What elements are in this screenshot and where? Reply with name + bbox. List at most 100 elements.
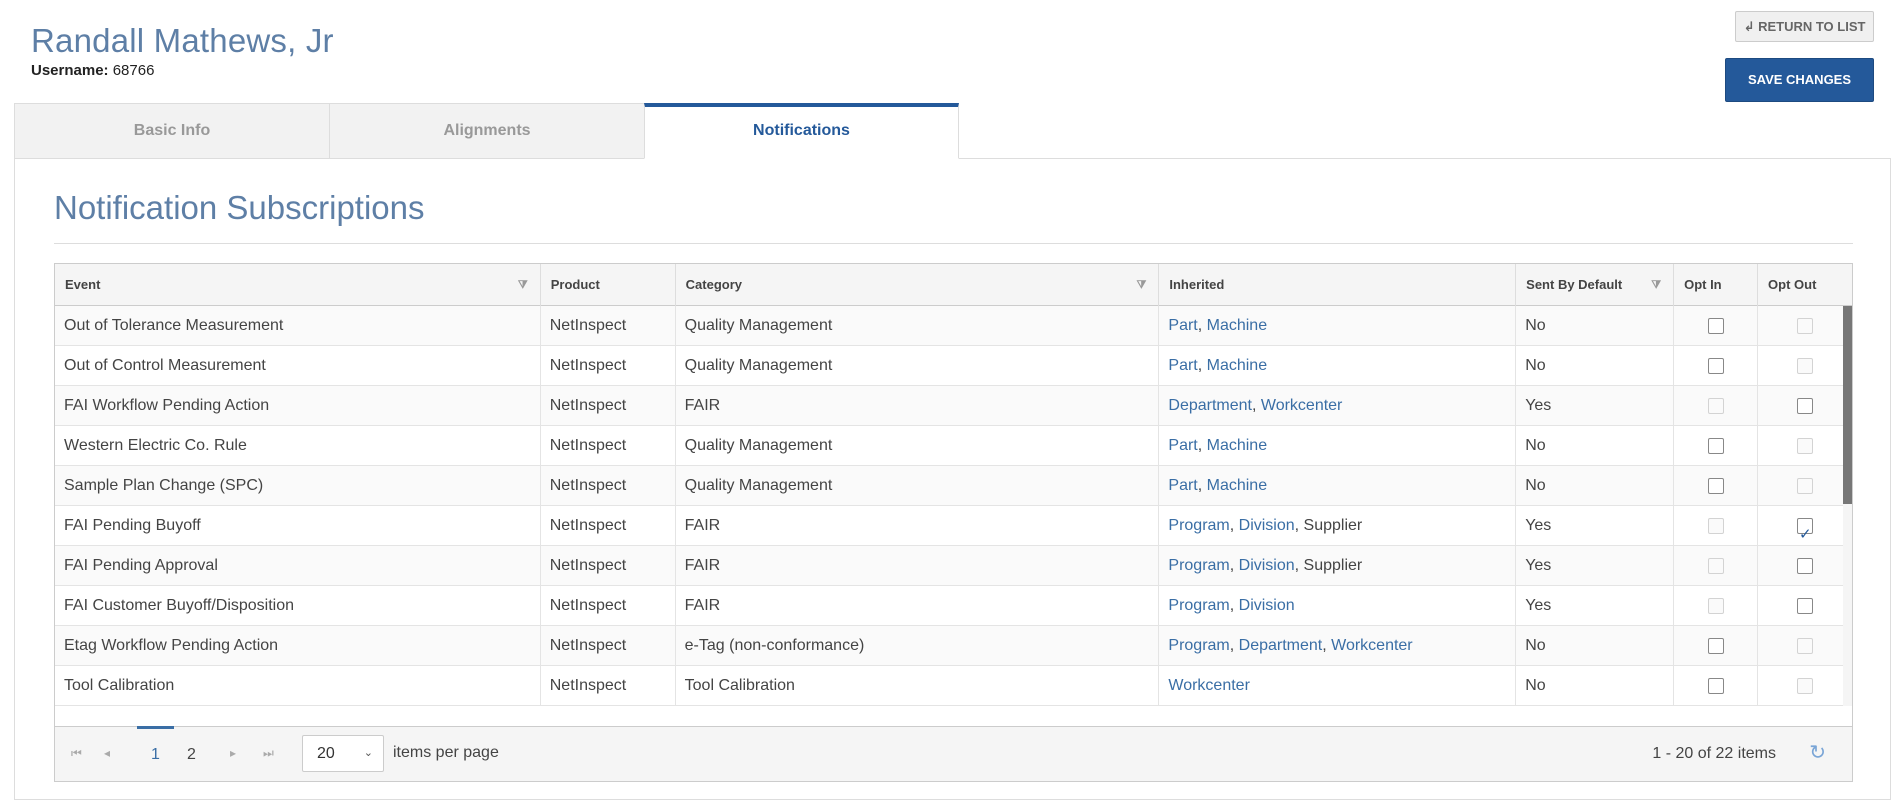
refresh-icon[interactable]: ↻ [1809,740,1826,765]
opt-in-checkbox[interactable] [1707,438,1724,454]
opt-out-checkbox[interactable] [1797,398,1814,414]
page-size-value: 20 [317,745,335,762]
cell-sent-by-default: No [1516,666,1675,706]
column-header-sent-by-default[interactable]: Sent By Default ⧩ [1516,264,1675,306]
opt-in-checkbox[interactable] [1707,318,1724,334]
column-header-opt-in[interactable]: Opt In [1674,264,1759,306]
inherited-link[interactable]: Division [1239,557,1295,574]
last-page-icon[interactable]: ⏭ [263,746,274,761]
first-page-icon[interactable]: ⏮ [71,746,82,761]
filter-icon[interactable]: ⧩ [518,264,528,306]
cell-sent-by-default: Yes [1516,586,1675,626]
tab-alignments[interactable]: Alignments [329,103,644,159]
column-header-event[interactable]: Event ⧩ [55,264,541,306]
column-header-label: Category [685,277,742,292]
cell-product: NetInspect [541,426,676,466]
opt-out-checkbox [1797,638,1814,654]
inherited-link[interactable]: Part [1168,477,1197,494]
scrollbar-thumb[interactable] [1843,306,1852,504]
next-page-icon[interactable]: ▸ [230,746,236,760]
page-1-button[interactable]: 1 [151,746,160,764]
opt-out-checkbox [1797,678,1814,694]
return-to-list-button[interactable]: ↲ RETURN TO LIST [1735,11,1874,42]
column-header-inherited[interactable]: Inherited [1159,264,1517,306]
cell-sent-by-default: Yes [1516,506,1675,546]
section-divider [54,243,1853,244]
cell-sent-by-default: No [1516,306,1675,346]
cell-opt-in [1674,386,1759,426]
username-value: 68766 [112,62,155,79]
cell-sent-by-default: No [1516,346,1675,386]
separator: , [1294,557,1304,574]
cell-opt-out [1758,506,1852,546]
opt-out-checkbox[interactable] [1797,558,1814,574]
table-row: Tool Calibration NetInspect Tool Calibrati… [55,666,1852,706]
cell-event: Etag Workflow Pending Action [55,626,541,666]
inherited-link[interactable]: Machine [1207,477,1267,494]
opt-in-checkbox[interactable] [1707,478,1724,494]
inherited-link[interactable]: Machine [1207,357,1267,374]
opt-out-checkbox[interactable] [1797,598,1814,614]
inherited-link[interactable]: Division [1239,597,1295,614]
inherited-link[interactable]: Program [1168,597,1229,614]
cell-inherited: Part, Machine [1159,346,1517,386]
inherited-link[interactable]: Part [1168,317,1197,334]
cell-opt-out [1758,666,1852,706]
inherited-link[interactable]: Department [1168,397,1252,414]
prev-page-icon[interactable]: ◂ [104,746,110,760]
cell-category: Tool Calibration [676,666,1160,706]
filter-icon[interactable]: ⧩ [1137,264,1147,306]
cell-opt-out [1758,626,1852,666]
opt-out-checkbox[interactable] [1797,515,1814,546]
active-page-indicator [137,726,174,729]
cell-inherited: Program, Division, Supplier [1159,506,1517,546]
save-changes-button[interactable]: SAVE CHANGES [1725,58,1874,102]
cell-inherited: Program, Division [1159,586,1517,626]
inherited-link[interactable]: Department [1239,637,1323,654]
cell-inherited: Part, Machine [1159,426,1517,466]
pager: ⏮ ◂ 1 2 ▸ ⏭ 20 ⌄ items per page 1 - 20 o… [55,726,1852,781]
separator: , [1251,397,1261,414]
username-label: Username: [31,62,109,79]
username-line: Username: 68766 [31,62,334,79]
filter-icon[interactable]: ⧩ [1651,264,1661,306]
table-row: Etag Workflow Pending Action NetInspect e-… [55,626,1852,666]
cell-opt-in [1674,306,1759,346]
cell-category: Quality Management [676,466,1160,506]
cell-opt-out [1758,586,1852,626]
tab-basic-info[interactable]: Basic Info [14,103,329,159]
opt-in-checkbox[interactable] [1707,638,1724,654]
inherited-link[interactable]: Part [1168,357,1197,374]
opt-in-checkbox [1707,598,1724,614]
separator: , [1197,317,1207,334]
opt-in-checkbox[interactable] [1707,358,1724,374]
separator: , [1294,517,1304,534]
cell-opt-out [1758,426,1852,466]
page-2-button[interactable]: 2 [187,746,196,764]
cell-opt-in [1674,426,1759,466]
column-header-label: Event [65,277,101,292]
cell-opt-out [1758,386,1852,426]
column-header-opt-out[interactable]: Opt Out [1758,264,1852,306]
opt-in-checkbox[interactable] [1707,678,1724,694]
inherited-link[interactable]: Machine [1207,317,1267,334]
inherited-link[interactable]: Program [1168,557,1229,574]
vertical-scrollbar[interactable] [1843,306,1852,706]
table-row: Sample Plan Change (SPC) NetInspect Qualit… [55,466,1852,506]
tab-notifications[interactable]: Notifications [644,103,959,159]
cell-sent-by-default: Yes [1516,386,1675,426]
inherited-link[interactable]: Division [1239,517,1295,534]
inherited-link[interactable]: Part [1168,437,1197,454]
cell-event: Tool Calibration [55,666,541,706]
inherited-link[interactable]: Machine [1207,437,1267,454]
inherited-link[interactable]: Program [1168,517,1229,534]
inherited-link[interactable]: Workcenter [1168,677,1250,694]
inherited-link[interactable]: Workcenter [1331,637,1413,654]
inherited-link[interactable]: Workcenter [1261,397,1343,414]
table-row: Western Electric Co. Rule NetInspect Quali… [55,426,1852,466]
cell-opt-in [1674,666,1759,706]
page-size-select[interactable]: 20 ⌄ [302,735,384,772]
inherited-link[interactable]: Program [1168,637,1229,654]
column-header-product[interactable]: Product [541,264,676,306]
column-header-category[interactable]: Category ⧩ [676,264,1160,306]
